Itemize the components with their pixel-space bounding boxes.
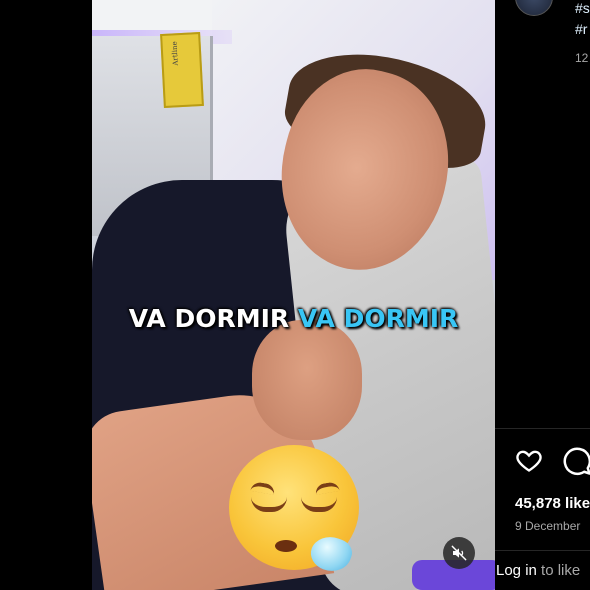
caption-blue-text: VA DORMIR xyxy=(297,304,459,333)
sleepy-face-emoji xyxy=(229,445,359,577)
avatar[interactable] xyxy=(515,0,553,16)
video-caption: VA DORMIR VA DORMIR xyxy=(92,304,495,333)
post-side-panel: #s #r 12 45,878 like 9 December Log in t… xyxy=(495,0,590,590)
reel-video[interactable]: Artline VA DORMIR VA DORMIR xyxy=(92,0,495,590)
hashtag-link[interactable]: #s xyxy=(575,0,590,16)
sign-text: Artline xyxy=(170,41,180,66)
login-prompt: Log in to like xyxy=(496,562,580,579)
post-meta: 12 xyxy=(575,51,589,65)
post-date: 9 December xyxy=(515,519,581,533)
hashtag-link[interactable]: #r xyxy=(575,21,587,37)
left-gutter xyxy=(0,0,92,590)
muted-speaker-icon xyxy=(451,545,467,561)
divider xyxy=(495,428,590,429)
comment-icon[interactable] xyxy=(562,446,590,476)
mute-button[interactable] xyxy=(443,537,475,569)
login-link[interactable]: Log in xyxy=(496,562,537,579)
divider xyxy=(495,550,590,551)
login-rest-text: to like xyxy=(536,562,581,579)
like-count[interactable]: 45,878 like xyxy=(515,495,590,512)
yellow-sign: Artline xyxy=(160,32,204,108)
person-fist xyxy=(252,320,362,440)
heart-icon[interactable] xyxy=(514,446,544,474)
caption-white-text: VA DORMIR xyxy=(128,304,290,333)
